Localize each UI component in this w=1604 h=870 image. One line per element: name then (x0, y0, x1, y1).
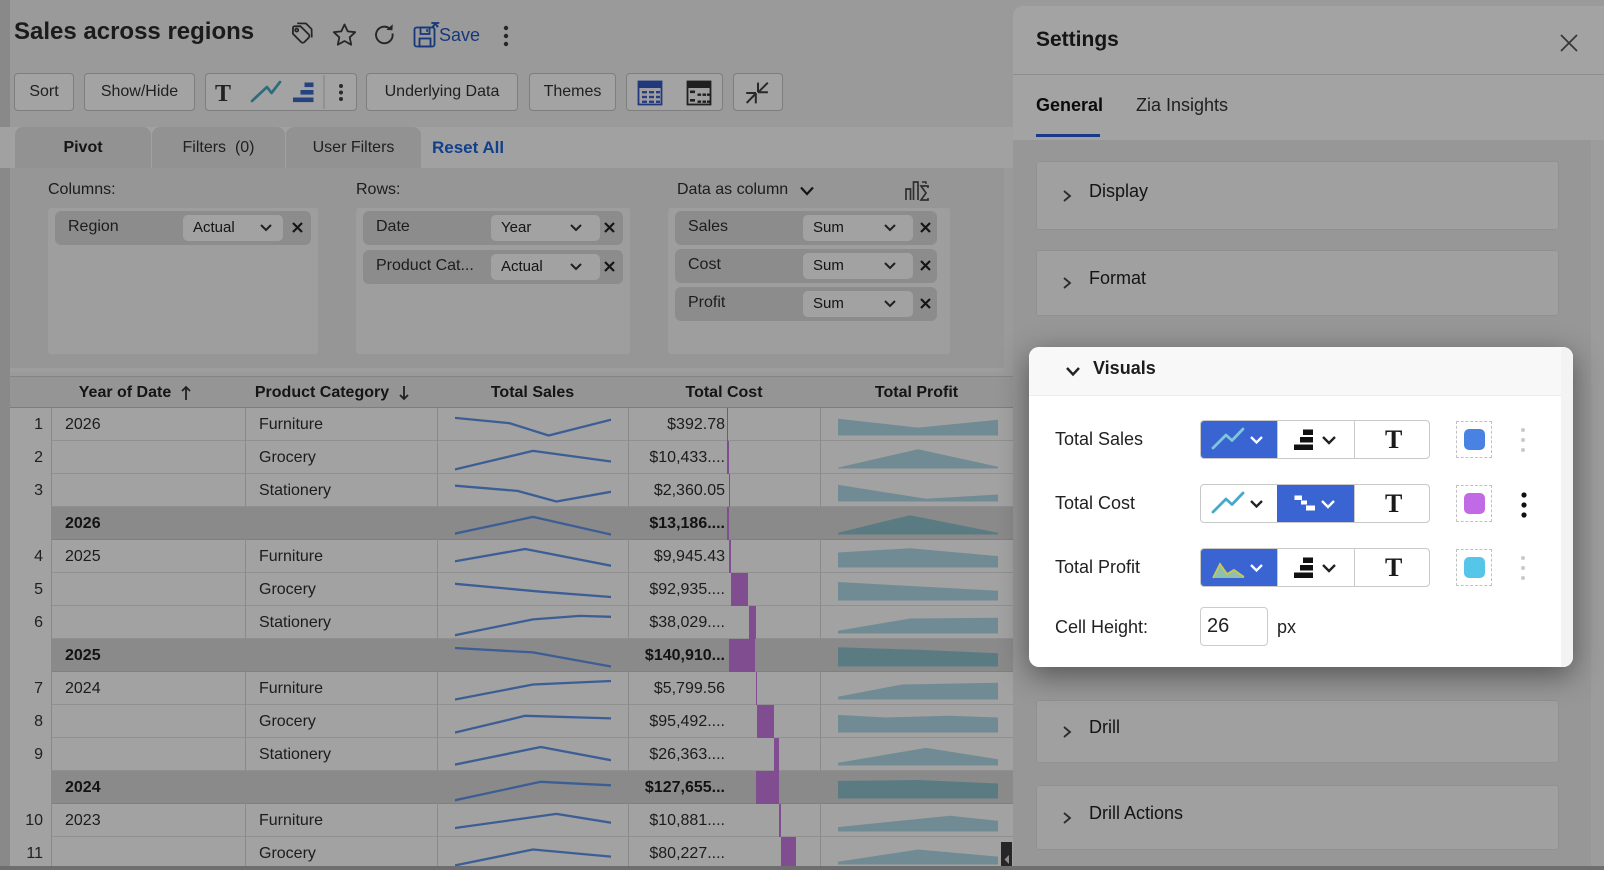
svg-text:T: T (1385, 553, 1402, 582)
svg-text:T: T (1385, 489, 1402, 518)
svg-text:T: T (1385, 425, 1402, 454)
